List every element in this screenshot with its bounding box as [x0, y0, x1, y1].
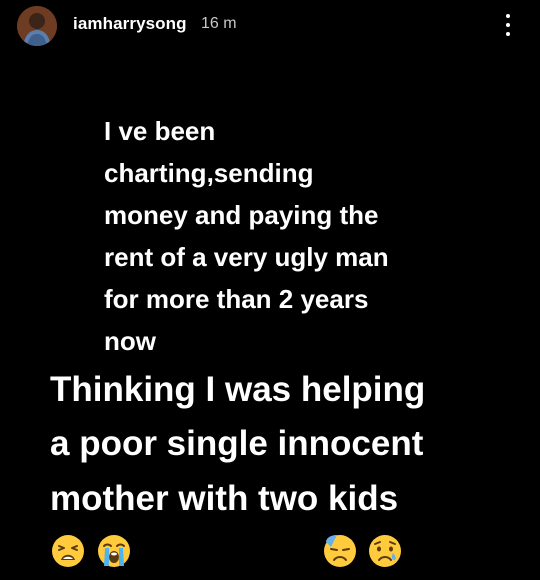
caption-line: money and paying the [104, 200, 379, 230]
story-header: iamharrysong 16 m [0, 0, 540, 56]
caption-line: charting,sending [104, 158, 314, 188]
caption-line: for more than 2 years [104, 284, 369, 314]
loudly-crying-face-icon [97, 534, 131, 568]
downcast-face-with-sweat-icon [323, 534, 357, 568]
timestamp: 16 m [201, 15, 237, 32]
caption-line: now [104, 326, 156, 356]
caption-line-large: Thinking I was helping [50, 370, 426, 409]
username[interactable]: iamharrysong [73, 14, 187, 34]
tired-face-icon [51, 534, 85, 568]
caption-line: I ve been [104, 116, 216, 146]
caption-line-large: mother with two kids [50, 479, 399, 518]
avatar[interactable] [17, 6, 57, 46]
caption-line: rent of a very ugly man [104, 242, 389, 272]
sad-but-relieved-face-icon [368, 534, 402, 568]
more-options-icon[interactable] [500, 10, 516, 40]
caption-line-large: a poor single innocent [50, 424, 424, 463]
